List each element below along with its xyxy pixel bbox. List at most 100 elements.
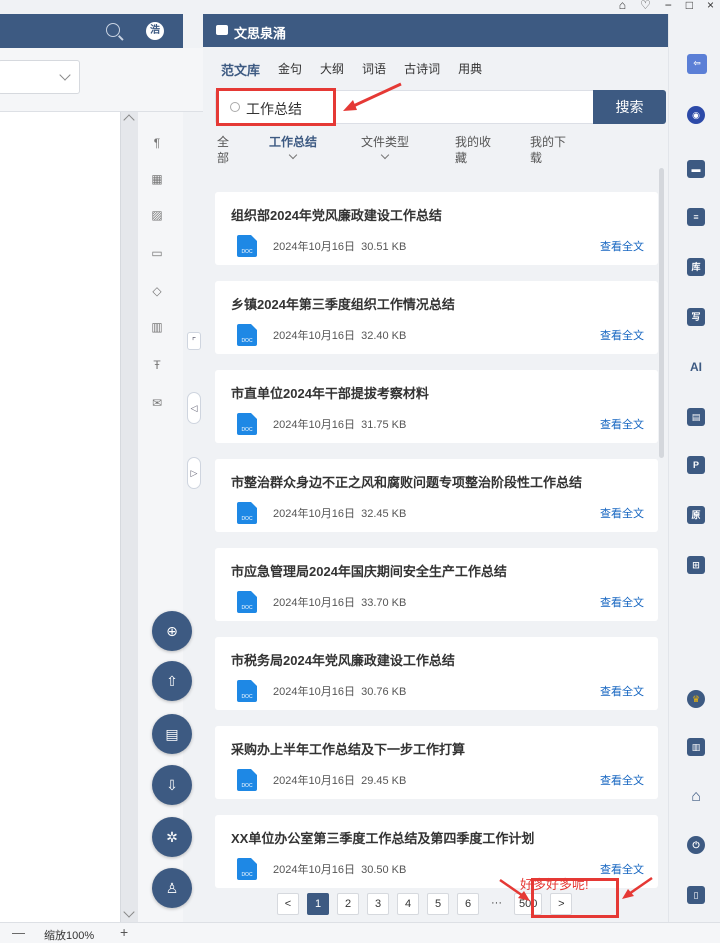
tab-ciyu[interactable]: 词语 (362, 60, 386, 79)
panel-header: 文思泉涌 (203, 14, 668, 47)
doc-file-icon: DOC (237, 324, 257, 346)
view-full-link[interactable]: 查看全文 (600, 238, 644, 254)
filter-work-summary-label: 工作总结 (269, 135, 318, 149)
home-icon[interactable]: ⌂ (619, 0, 626, 14)
collapse-left-icon[interactable]: ◁ (187, 392, 201, 424)
settings-button[interactable]: ✲ (152, 817, 192, 857)
list-item[interactable]: 组织部2024年党风廉政建设工作总结 DOC 2024年10月16日 30.51… (215, 192, 658, 265)
home-icon[interactable]: ⌂ (687, 788, 705, 806)
image-icon[interactable]: ▨ (150, 208, 164, 222)
view-full-link[interactable]: 查看全文 (600, 861, 644, 877)
p-icon[interactable]: P (687, 456, 705, 474)
search-icon[interactable] (106, 23, 120, 37)
ai-icon[interactable]: AI (687, 358, 705, 376)
tab-gushici[interactable]: 古诗词 (404, 60, 440, 79)
annotation-arrow-search (343, 82, 402, 111)
view-full-link[interactable]: 查看全文 (600, 416, 644, 432)
stats-icon[interactable]: ▥ (687, 738, 705, 756)
collapse-right-icon[interactable]: ▷ (187, 457, 201, 489)
tab-jinju[interactable]: 金句 (278, 60, 302, 79)
user-button[interactable]: ♙ (152, 868, 192, 908)
page-button[interactable]: 2 (337, 893, 359, 915)
book-icon[interactable]: ▤ (687, 408, 705, 426)
page-button[interactable]: 5 (427, 893, 449, 915)
new-doc-button[interactable]: ⊕ (152, 611, 192, 651)
minimize-icon[interactable]: − (665, 0, 672, 14)
power-icon[interactable]: ⏻ (687, 836, 705, 854)
filter-my-favorites[interactable]: 我的收 藏 (455, 134, 491, 166)
chevron-down-icon (288, 150, 298, 160)
window-controls: ⌂ ♡ − □ × (619, 0, 720, 14)
view-full-link[interactable]: 查看全文 (600, 683, 644, 699)
download-button[interactable]: ⇩ (152, 765, 192, 805)
mail-icon[interactable]: ✉ (150, 396, 164, 410)
upload-button[interactable]: ⇧ (152, 661, 192, 701)
style-select[interactable] (0, 60, 80, 94)
filter-file-type[interactable]: 文件类型 (361, 134, 410, 160)
item-title: 市整治群众身边不正之风和腐败问题专项整治阶段性工作总结 (231, 475, 583, 490)
library-icon[interactable]: 库 (687, 258, 705, 276)
shape-icon[interactable]: ◇ (150, 284, 164, 298)
annotation-arrow-right (622, 876, 653, 899)
gift-icon[interactable]: ⊞ (687, 556, 705, 574)
filter-work-summary[interactable]: 工作总结 (269, 134, 318, 160)
list-item[interactable]: 市应急管理局2024年国庆期间安全生产工作总结 DOC 2024年10月16日 … (215, 548, 658, 621)
phone-icon[interactable]: ▯ (687, 886, 705, 904)
list-item[interactable]: 市直单位2024年干部提拔考察材料 DOC 2024年10月16日 31.75 … (215, 370, 658, 443)
filter-my-downloads[interactable]: 我的下 载 (530, 134, 566, 166)
search-button[interactable]: 搜索 (593, 90, 666, 124)
page-button[interactable]: 6 (457, 893, 479, 915)
document-icon[interactable]: ≡ (687, 208, 705, 226)
list-item[interactable]: 采购办上半年工作总结及下一步工作打算 DOC 2024年10月16日 29.45… (215, 726, 658, 799)
list-scrollbar[interactable] (659, 168, 664, 458)
item-title: 市应急管理局2024年国庆期间安全生产工作总结 (231, 564, 507, 579)
item-title: 市直单位2024年干部提拔考察材料 (231, 386, 429, 401)
page-button[interactable]: 4 (397, 893, 419, 915)
file-button[interactable]: ▤ (152, 714, 192, 754)
heart-icon[interactable]: ♡ (640, 0, 651, 14)
avatar[interactable]: 浩 (146, 22, 164, 40)
briefcase-icon[interactable]: ▬ (687, 160, 705, 178)
maximize-icon[interactable]: □ (686, 0, 693, 14)
right-sidebar: ⇦ ◉ ▬ ≡ 库 写 AI ▤ P 原 ⊞ ♛ ▥ ⌂ ⏻ ▯ (668, 14, 720, 922)
logo-icon (216, 25, 228, 35)
document-canvas[interactable] (0, 112, 120, 922)
tab-dagang[interactable]: 大纲 (320, 60, 344, 79)
chevron-down-icon (59, 69, 71, 81)
list-item[interactable]: 市整治群众身边不正之风和腐败问题专项整治阶段性工作总结 DOC 2024年10月… (215, 459, 658, 532)
textbox-icon[interactable]: Ŧ (150, 358, 164, 372)
chart-icon[interactable]: ▥ (150, 320, 164, 334)
view-full-link[interactable]: 查看全文 (600, 772, 644, 788)
crown-icon[interactable]: ♛ (687, 690, 705, 708)
writing-panel: 文思泉涌 范文库 金句 大纲 词语 古诗词 用典 工作总结 搜索 全 部 工作总… (203, 14, 668, 922)
prev-page-button[interactable]: < (277, 893, 299, 915)
page-button[interactable]: 1 (307, 893, 329, 915)
scroll-down-icon[interactable] (123, 906, 135, 918)
write-icon[interactable]: 写 (687, 308, 705, 326)
filter-all[interactable]: 全 部 (217, 134, 229, 166)
tab-fanwenku[interactable]: 范文库 (221, 60, 260, 79)
page-button[interactable]: 3 (367, 893, 389, 915)
expand-icon[interactable]: ⌜ (187, 332, 201, 350)
close-icon[interactable]: × (707, 0, 714, 14)
paragraph-icon[interactable]: ¶ (150, 136, 164, 150)
view-full-link[interactable]: 查看全文 (600, 327, 644, 343)
category-tabs: 范文库 金句 大纲 词语 古诗词 用典 (221, 60, 482, 79)
view-full-link[interactable]: 查看全文 (600, 594, 644, 610)
tab-yongdian[interactable]: 用典 (458, 60, 482, 79)
list-item[interactable]: 市税务局2024年党风廉政建设工作总结 DOC 2024年10月16日 30.7… (215, 637, 658, 710)
table-icon[interactable]: ▦ (150, 172, 164, 186)
doc-file-icon: DOC (237, 502, 257, 524)
doc-file-icon: DOC (237, 591, 257, 613)
frame-icon[interactable]: ▭ (150, 246, 164, 260)
zoom-out-button[interactable]: — (12, 925, 25, 940)
view-full-link[interactable]: 查看全文 (600, 505, 644, 521)
document-scrollbar[interactable] (120, 112, 138, 922)
filter-file-type-label: 文件类型 (361, 135, 410, 149)
original-icon[interactable]: 原 (687, 506, 705, 524)
scroll-up-icon[interactable] (123, 114, 135, 126)
globe-icon[interactable]: ◉ (687, 106, 705, 124)
zoom-in-button[interactable]: + (120, 924, 128, 940)
login-icon[interactable]: ⇦ (687, 54, 707, 74)
list-item[interactable]: 乡镇2024年第三季度组织工作情况总结 DOC 2024年10月16日 32.4… (215, 281, 658, 354)
